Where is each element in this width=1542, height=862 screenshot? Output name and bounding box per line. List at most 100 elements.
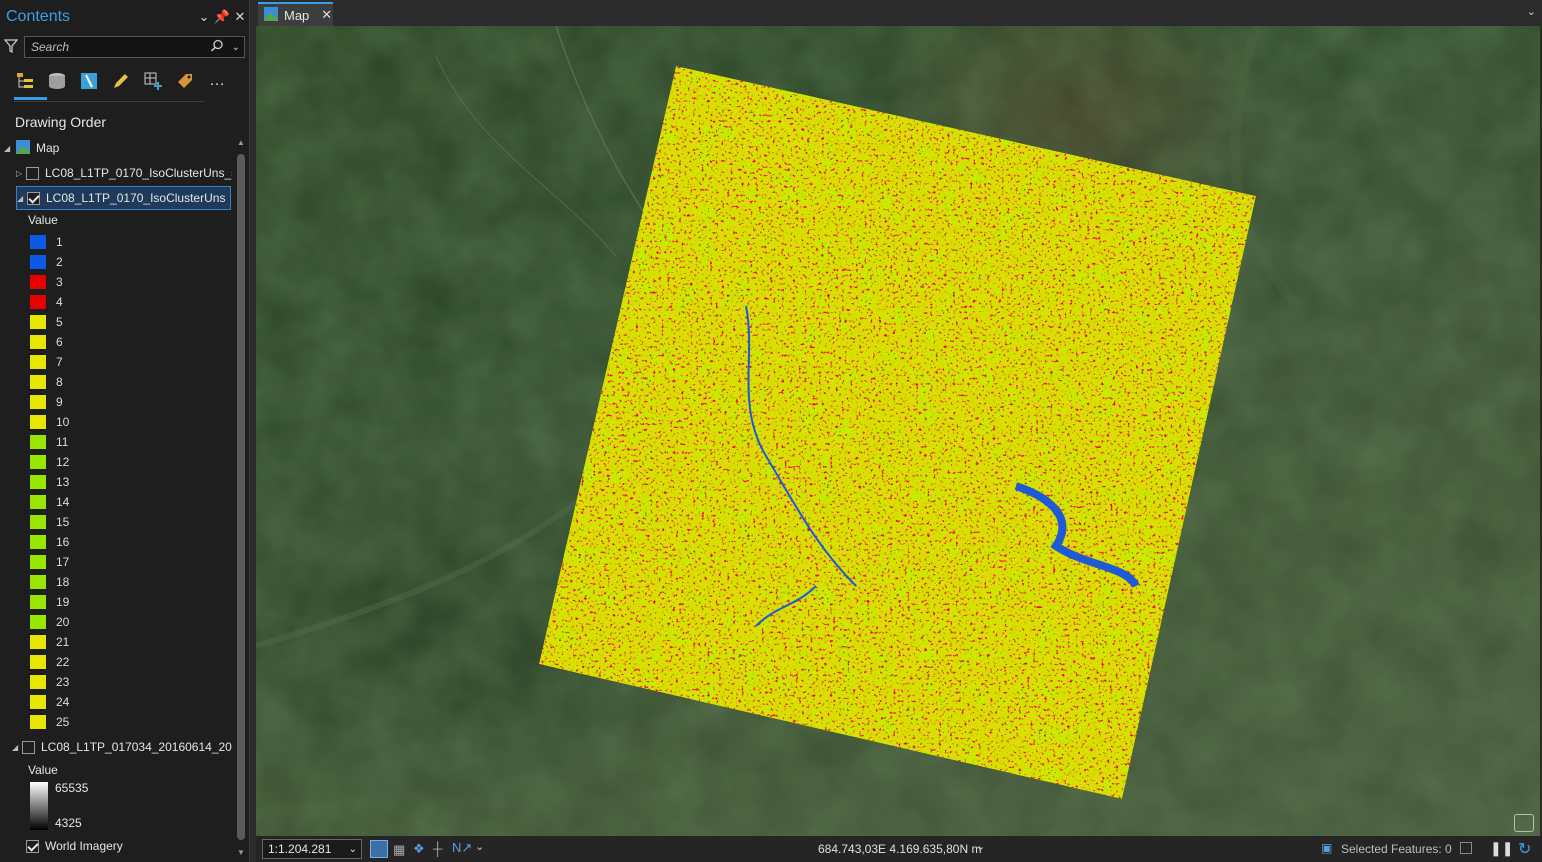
legend-swatch[interactable] — [30, 355, 46, 369]
layer-row[interactable]: ▷ LC08_L1TP_0170_IsoClusterUns_5 — [16, 163, 232, 183]
collapse-arrow-icon[interactable]: ◢ — [4, 144, 14, 153]
legend-item: 11 — [30, 432, 68, 452]
legend-swatch[interactable] — [30, 255, 46, 269]
legend-swatch[interactable] — [30, 395, 46, 409]
scroll-down-icon[interactable]: ▼ — [234, 848, 248, 857]
filter-icon[interactable] — [3, 38, 19, 56]
layer-name: World Imagery — [45, 839, 123, 853]
map-notification-icon[interactable] — [1514, 814, 1534, 832]
grid-icon[interactable]: ▦ — [393, 842, 405, 858]
layer-visibility-checkbox[interactable] — [26, 839, 39, 853]
more-options-icon[interactable]: … — [206, 70, 228, 92]
pin-icon[interactable]: 📌 — [213, 9, 231, 25]
refresh-icon[interactable]: ↻ — [1518, 839, 1531, 859]
layer-visibility-checkbox[interactable] — [22, 740, 35, 754]
legend-swatch[interactable] — [30, 615, 46, 629]
collapse-arrow-icon[interactable]: ◢ — [17, 194, 27, 203]
legend-swatch[interactable] — [30, 695, 46, 709]
legend-swatch[interactable] — [30, 555, 46, 569]
legend-swatch[interactable] — [30, 455, 46, 469]
legend-item: 3 — [30, 272, 63, 292]
legend-label: 8 — [56, 375, 63, 389]
legend-item: 4 — [30, 292, 63, 312]
north-arrow-icon[interactable]: N↗ — [452, 840, 472, 856]
fixed-scale-icon[interactable] — [370, 840, 388, 858]
map-view[interactable] — [256, 26, 1540, 836]
legend-label: 5 — [56, 315, 63, 329]
legend-swatch[interactable] — [30, 535, 46, 549]
list-by-selection-icon[interactable] — [78, 70, 100, 92]
layer-visibility-checkbox[interactable] — [26, 166, 39, 180]
coordinate-format-chevron-icon[interactable]: ⌄ — [976, 840, 985, 853]
tab-map[interactable]: Map ✕ — [258, 2, 333, 26]
clear-selection-icon[interactable] — [1460, 842, 1472, 854]
legend-swatch[interactable] — [30, 235, 46, 249]
legend-item: 20 — [30, 612, 69, 632]
legend-swatch[interactable] — [30, 575, 46, 589]
list-by-labeling-icon[interactable] — [174, 70, 196, 92]
layer-visibility-checkbox[interactable] — [27, 191, 40, 205]
legend-swatch[interactable] — [30, 515, 46, 529]
pause-drawing-icon[interactable]: ❚❚ — [1490, 840, 1513, 857]
legend-swatch[interactable] — [30, 675, 46, 689]
layer-row-selected[interactable]: ◢ LC08_L1TP_0170_IsoClusterUns — [16, 186, 231, 210]
list-by-editing-icon[interactable] — [110, 70, 132, 92]
scale-selector[interactable]: 1:1.204.281 ⌄ — [262, 839, 362, 859]
close-tab-icon[interactable]: ✕ — [321, 7, 332, 23]
legend-swatch[interactable] — [30, 655, 46, 669]
legend-label: 18 — [56, 575, 70, 589]
legend-label: 3 — [56, 275, 63, 289]
search-input[interactable] — [29, 39, 210, 55]
scale-dropdown-chevron-icon[interactable]: ⌄ — [349, 844, 357, 855]
legend-swatch[interactable] — [30, 495, 46, 509]
snapping-icon[interactable]: ❖ — [413, 841, 425, 857]
legend-item: 17 — [30, 552, 69, 572]
list-by-source-icon[interactable] — [46, 70, 68, 92]
layer-tree: ◢ Map ▷ LC08_L1TP_0170_IsoClusterUns_5 ◢… — [0, 136, 232, 862]
legend-swatch[interactable] — [30, 275, 46, 289]
layer-name: LC08_L1TP_0170_IsoClusterUns — [46, 191, 226, 205]
legend-swatch[interactable] — [30, 295, 46, 309]
legend-label: 1 — [56, 235, 63, 249]
list-by-drawing-order-icon[interactable] — [14, 70, 36, 92]
legend-swatch[interactable] — [30, 595, 46, 609]
legend-label: 16 — [56, 535, 70, 549]
legend-swatch[interactable] — [30, 475, 46, 489]
tab-list-chevron-icon[interactable]: ⌄ — [1527, 5, 1536, 18]
scroll-thumb[interactable] — [237, 154, 245, 840]
collapse-arrow-icon[interactable]: ◢ — [12, 743, 22, 752]
close-icon[interactable]: ✕ — [231, 9, 249, 25]
search-box: ⌄ — [24, 36, 245, 58]
search-icon[interactable] — [210, 39, 224, 56]
legend-item: 2 — [30, 252, 63, 272]
stretch-high-label: 65535 — [55, 781, 89, 795]
legend-swatch[interactable] — [30, 435, 46, 449]
tree-scrollbar[interactable]: ▲ ▼ — [234, 136, 248, 862]
scroll-up-icon[interactable]: ▲ — [234, 138, 248, 147]
map-icon — [16, 139, 30, 157]
legend-item: 7 — [30, 352, 63, 372]
legend-label: 11 — [56, 435, 69, 449]
legend-label: 15 — [56, 515, 70, 529]
legend-swatch[interactable] — [30, 375, 46, 389]
map-node[interactable]: ◢ Map — [4, 138, 59, 158]
expand-arrow-icon[interactable]: ▷ — [16, 169, 26, 178]
legend-swatch[interactable] — [30, 635, 46, 649]
list-by-snapping-icon[interactable] — [142, 70, 164, 92]
coordinate-readout: 684.743,03E 4.169.635,80N m — [818, 842, 982, 856]
gps-icon[interactable]: ┼ — [433, 841, 442, 856]
layer-row[interactable]: World Imagery — [26, 836, 123, 856]
legend-item: 18 — [30, 572, 69, 592]
status-tools-chevron-icon[interactable]: ⌄ — [475, 840, 484, 853]
legend-swatch[interactable] — [30, 335, 46, 349]
pane-options-chevron-icon[interactable]: ⌄ — [195, 9, 213, 25]
legend-item: 24 — [30, 692, 69, 712]
legend-item: 12 — [30, 452, 69, 472]
layer-row[interactable]: ◢ LC08_L1TP_017034_20160614_202... — [12, 737, 232, 757]
contents-toolbar: … — [0, 60, 249, 102]
legend-swatch[interactable] — [30, 315, 46, 329]
search-options-chevron-icon[interactable]: ⌄ — [232, 42, 240, 53]
legend-item: 9 — [30, 392, 63, 412]
legend-swatch[interactable] — [30, 415, 46, 429]
legend-swatch[interactable] — [30, 715, 46, 729]
